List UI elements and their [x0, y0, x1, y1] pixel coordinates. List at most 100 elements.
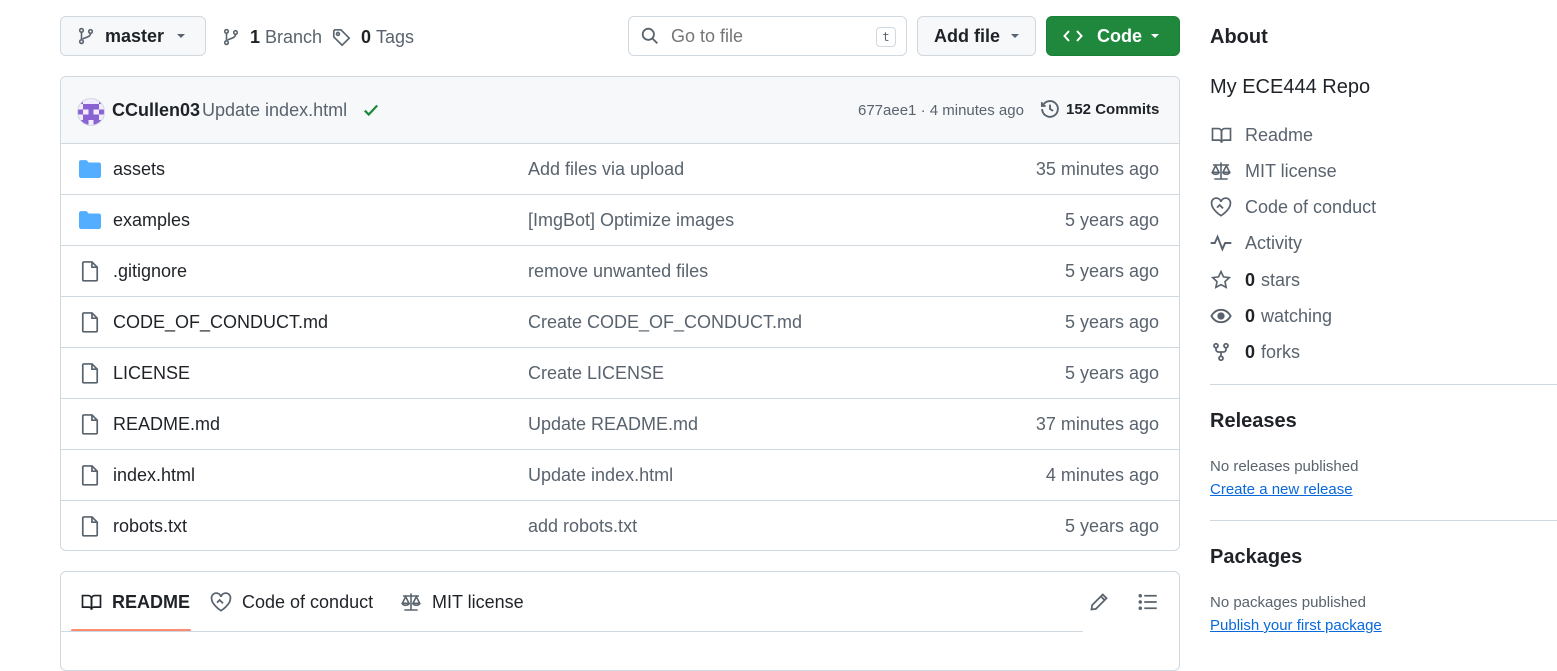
- commit-age: 37 minutes ago: [1035, 413, 1159, 434]
- commit-author[interactable]: CCullen03: [112, 100, 200, 121]
- chevron-down-icon: [1009, 32, 1021, 40]
- code-of-conduct-icon: [1210, 197, 1232, 217]
- file-name-link[interactable]: LICENSE: [113, 363, 190, 384]
- commit-message-link[interactable]: Update index.html: [528, 465, 673, 486]
- file-icon: [79, 260, 101, 282]
- tab-code-of-conduct[interactable]: Code of conduct: [210, 572, 373, 632]
- sidebar-readme-label: Readme: [1245, 124, 1314, 145]
- file-icon: [79, 311, 101, 333]
- file-name-link[interactable]: examples: [113, 210, 190, 231]
- table-row[interactable]: robots.txt add robots.txt 5 years ago: [61, 500, 1179, 551]
- tab-readme-label: README: [112, 591, 191, 612]
- eye-icon: [1210, 308, 1232, 324]
- file-name-link[interactable]: index.html: [113, 465, 195, 486]
- commit-age: 35 minutes ago: [1035, 158, 1159, 179]
- avatar[interactable]: [77, 98, 105, 126]
- folder-icon: [79, 210, 101, 230]
- sidebar-conduct-label: Code of conduct: [1245, 196, 1377, 217]
- file-table: CCullen03 Update index.html 677aee1 · 4 …: [60, 76, 1180, 551]
- commit-hash-time[interactable]: 677aee1 · 4 minutes ago: [858, 102, 1024, 119]
- table-row[interactable]: index.html Update index.html 4 minutes ago: [61, 449, 1179, 500]
- chevron-down-icon: [175, 32, 187, 40]
- file-name-link[interactable]: robots.txt: [113, 516, 187, 537]
- branches-label: Branch: [265, 26, 323, 47]
- commit-message-link[interactable]: Create LICENSE: [528, 363, 664, 384]
- go-to-file-search[interactable]: t: [628, 16, 907, 56]
- file-icon: [79, 362, 101, 384]
- chevron-down-icon: [1149, 32, 1161, 40]
- search-input[interactable]: [669, 24, 863, 48]
- commit-message-link[interactable]: [ImgBot] Optimize images: [528, 210, 734, 231]
- tags-label: Tags: [376, 26, 415, 47]
- forks-label: forks: [1261, 341, 1301, 362]
- commit-message[interactable]: Update index.html: [202, 100, 347, 121]
- readme-box: README Code of conduct MIT license: [60, 571, 1180, 671]
- tags-count: 0: [361, 26, 372, 47]
- tab-readme[interactable]: README: [81, 572, 190, 632]
- sidebar-watching-link[interactable]: 0 watching: [1210, 304, 1332, 328]
- commit-age: 5 years ago: [1064, 260, 1159, 281]
- file-name-link[interactable]: README.md: [113, 414, 220, 435]
- file-icon: [79, 515, 101, 537]
- file-name-link[interactable]: assets: [113, 159, 165, 180]
- packages-empty-text: No packages published: [1210, 594, 1366, 611]
- tabs-divider: [61, 631, 1083, 632]
- book-icon: [81, 593, 102, 611]
- pulse-icon: [1210, 234, 1232, 252]
- releases-title[interactable]: Releases: [1210, 410, 1297, 433]
- about-title: About: [1210, 26, 1268, 48]
- publish-package-link[interactable]: Publish your first package: [1210, 617, 1382, 634]
- file-name-link[interactable]: CODE_OF_CONDUCT.md: [113, 312, 328, 333]
- watching-count: 0: [1245, 305, 1256, 326]
- branches-count: 1: [250, 26, 261, 47]
- tab-code-of-conduct-label: Code of conduct: [242, 591, 374, 612]
- commit-message-link[interactable]: add robots.txt: [528, 516, 637, 537]
- add-file-button[interactable]: Add file: [917, 16, 1036, 56]
- sidebar-conduct-link[interactable]: Code of conduct: [1210, 195, 1376, 219]
- sidebar-readme-link[interactable]: Readme: [1210, 123, 1313, 147]
- sidebar-activity-link[interactable]: Activity: [1210, 231, 1302, 255]
- commit-message-link[interactable]: Add files via upload: [528, 159, 684, 180]
- commit-age: 5 years ago: [1064, 209, 1159, 230]
- table-row[interactable]: CODE_OF_CONDUCT.md Create CODE_OF_CONDUCT…: [61, 296, 1179, 347]
- branch-select-button[interactable]: master: [60, 16, 206, 56]
- table-row[interactable]: README.md Update README.md 37 minutes ago: [61, 398, 1179, 449]
- file-name-link[interactable]: .gitignore: [113, 261, 187, 282]
- commits-count: 152 Commits: [1066, 100, 1160, 118]
- pencil-edit-icon[interactable]: [1089, 592, 1109, 612]
- sidebar-stars-link[interactable]: 0 stars: [1210, 268, 1300, 292]
- sidebar-forks-link[interactable]: 0 forks: [1210, 340, 1300, 364]
- commit-message-link[interactable]: remove unwanted files: [528, 261, 708, 282]
- latest-commit-bar: CCullen03 Update index.html 677aee1 · 4 …: [61, 77, 1179, 144]
- code-icon: [1063, 28, 1083, 44]
- law-icon: [1210, 161, 1232, 181]
- sidebar-license-link[interactable]: MIT license: [1210, 159, 1337, 183]
- code-label: Code: [1097, 25, 1142, 46]
- releases-empty-text: No releases published: [1210, 458, 1359, 475]
- code-of-conduct-icon: [210, 592, 232, 612]
- search-icon: [641, 27, 659, 45]
- book-icon: [1210, 126, 1232, 144]
- table-row[interactable]: LICENSE Create LICENSE 5 years ago: [61, 347, 1179, 398]
- table-row[interactable]: .gitignore remove unwanted files 5 years a…: [61, 245, 1179, 296]
- commits-history-link[interactable]: 152 Commits: [1040, 99, 1159, 119]
- forks-count: 0: [1245, 341, 1256, 362]
- table-row[interactable]: examples [ImgBot] Optimize images 5 years …: [61, 194, 1179, 245]
- commit-message-link[interactable]: Create CODE_OF_CONDUCT.md: [528, 312, 802, 333]
- sidebar-activity-label: Activity: [1245, 232, 1303, 253]
- repo-description: My ECE444 Repo: [1210, 76, 1371, 98]
- code-button[interactable]: Code: [1046, 16, 1180, 56]
- list-outline-icon[interactable]: [1138, 592, 1158, 612]
- create-release-link[interactable]: Create a new release: [1210, 481, 1353, 498]
- branches-link[interactable]: 1 Branch: [222, 26, 322, 48]
- commit-age: 5 years ago: [1064, 515, 1159, 536]
- table-row[interactable]: assets Add files via upload 35 minutes ago: [61, 143, 1179, 194]
- commit-message-link[interactable]: Update README.md: [528, 414, 698, 435]
- packages-title[interactable]: Packages: [1210, 546, 1302, 569]
- folder-icon: [79, 159, 101, 179]
- file-icon: [79, 464, 101, 486]
- tab-license[interactable]: MIT license: [400, 572, 524, 632]
- check-icon[interactable]: [362, 101, 380, 119]
- git-branch-icon: [222, 28, 240, 46]
- tags-link[interactable]: 0 Tags: [332, 26, 414, 48]
